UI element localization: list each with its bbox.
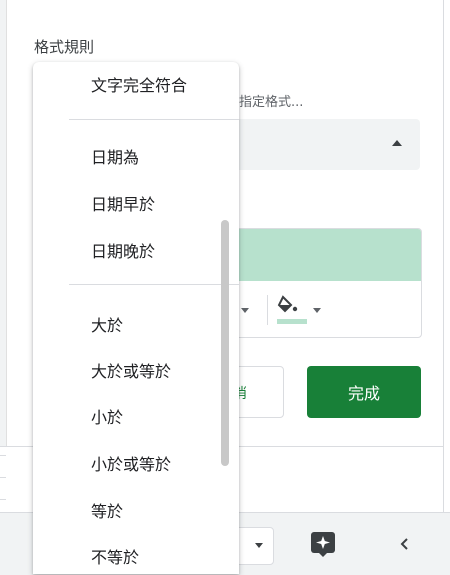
menu-divider [69, 284, 239, 285]
condition-select[interactable] [226, 119, 420, 170]
explore-icon[interactable] [310, 531, 336, 557]
menu-item-less-than[interactable]: 小於 [91, 404, 123, 428]
chevron-left-icon[interactable] [398, 537, 412, 551]
fill-color-caret-icon[interactable] [313, 308, 321, 313]
menu-item-less-equal[interactable]: 小於或等於 [91, 451, 171, 475]
condition-dropdown-menu: 文字完全符合 日期為 日期早於 日期晚於 大於 大於或等於 小於 小於或等於 等… [33, 62, 239, 574]
menu-scrollbar[interactable] [221, 220, 229, 466]
chevron-down-icon [255, 543, 263, 548]
toolbar-separator [267, 295, 268, 325]
done-button[interactable]: 完成 [307, 366, 421, 418]
menu-item-date-is[interactable]: 日期為 [91, 144, 139, 168]
grid-line [0, 499, 6, 500]
menu-item-text-exact[interactable]: 文字完全符合 [91, 72, 187, 96]
menu-item-greater-than[interactable]: 大於 [91, 312, 123, 336]
menu-item-equal[interactable]: 等於 [91, 498, 123, 522]
section-title: 格式規則 [34, 38, 95, 56]
grid-line [0, 477, 6, 478]
menu-item-greater-equal[interactable]: 大於或等於 [91, 358, 171, 382]
menu-divider [69, 119, 239, 120]
format-preview [226, 228, 422, 338]
paint-bucket-icon[interactable] [277, 293, 307, 325]
caret-up-icon [392, 140, 402, 146]
menu-item-date-after[interactable]: 日期晚於 [91, 238, 155, 262]
grid-line [0, 455, 6, 456]
menu-item-date-before[interactable]: 日期早於 [91, 191, 155, 215]
preview-swatch [227, 229, 421, 281]
text-color-caret-icon[interactable] [241, 308, 249, 313]
menu-item-not-equal[interactable]: 不等於 [91, 544, 139, 568]
right-edge [443, 0, 450, 574]
